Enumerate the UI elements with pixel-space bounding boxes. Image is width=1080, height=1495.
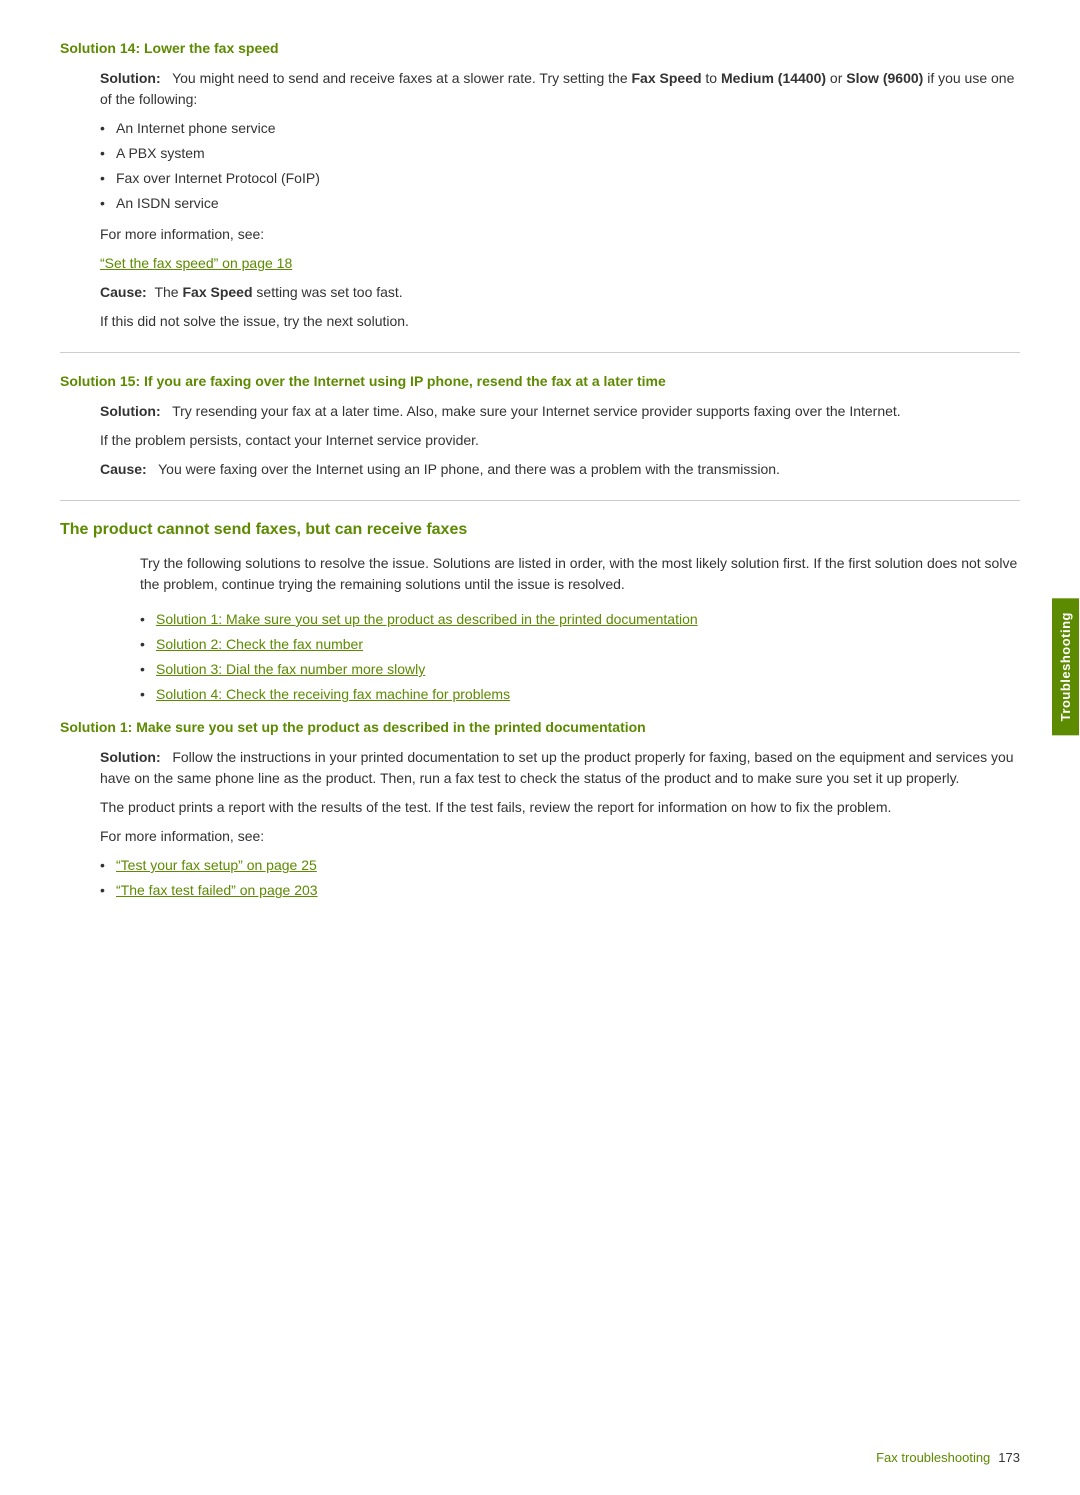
divider-2 <box>60 500 1020 501</box>
solution-14-bullets: An Internet phone service A PBX system F… <box>100 118 1020 214</box>
solution-14-body: You might need to send and receive faxes… <box>100 70 1014 107</box>
bullet-solution-2[interactable]: Solution 2: Check the fax number <box>140 634 1020 655</box>
cause-14-text: The Fax Speed setting was set too fast. <box>154 284 402 300</box>
solution-15-label: Solution: <box>100 403 161 419</box>
solution-1-printed-block: Solution: Follow the instructions in you… <box>60 747 1020 901</box>
troubleshooting-tab[interactable]: Troubleshooting <box>1052 598 1079 735</box>
more-info-2: For more information, see: <box>100 826 1020 847</box>
bullet-item: Fax over Internet Protocol (FoIP) <box>100 168 1020 189</box>
solution-1-label: Solution: <box>100 749 161 765</box>
solution-15-block: Solution: Try resending your fax at a la… <box>60 401 1020 480</box>
cannot-send-bullets: Solution 1: Make sure you set up the pro… <box>60 609 1020 705</box>
persist-text: If the problem persists, contact your In… <box>100 430 1020 451</box>
solution-1-printed-text: Solution: Follow the instructions in you… <box>100 747 1020 789</box>
footer-label: Fax troubleshooting <box>876 1450 990 1465</box>
cause-15-label: Cause: <box>100 461 147 477</box>
test-fax-setup-link[interactable]: “Test your fax setup” on page 25 <box>116 857 317 873</box>
solution-1-printed-bullets: “Test your fax setup” on page 25 “The fa… <box>100 855 1020 901</box>
solution-14-text: Solution: You might need to send and rec… <box>100 68 1020 110</box>
solution-14-heading: Solution 14: Lower the fax speed <box>60 40 1020 56</box>
fax-test-failed-link[interactable]: “The fax test failed” on page 203 <box>116 882 318 898</box>
cause-15-text: You were faxing over the Internet using … <box>158 461 780 477</box>
page-container: Solution 14: Lower the fax speed Solutio… <box>0 0 1080 991</box>
fax-test-failed-link-item[interactable]: “The fax test failed” on page 203 <box>100 880 1020 901</box>
footer-page-number: 173 <box>998 1450 1020 1465</box>
page-footer: Fax troubleshooting 173 <box>876 1450 1020 1465</box>
more-info-label: For more information, see: <box>100 224 1020 245</box>
solution-14-section: Solution 14: Lower the fax speed Solutio… <box>60 40 1020 332</box>
fax-setup-link-item[interactable]: “Test your fax setup” on page 25 <box>100 855 1020 876</box>
solution-4-link[interactable]: Solution 4: Check the receiving fax mach… <box>156 686 510 702</box>
bullet-solution-1[interactable]: Solution 1: Make sure you set up the pro… <box>140 609 1020 630</box>
solution-15-text: Solution: Try resending your fax at a la… <box>100 401 1020 422</box>
fax-speed-link[interactable]: “Set the fax speed” on page 18 <box>100 253 1020 274</box>
set-fax-speed-link[interactable]: “Set the fax speed” on page 18 <box>100 255 292 271</box>
bullet-solution-4[interactable]: Solution 4: Check the receiving fax mach… <box>140 684 1020 705</box>
cause-label: Cause: <box>100 284 147 300</box>
next-solution-14: If this did not solve the issue, try the… <box>100 311 1020 332</box>
solution-14-block: Solution: You might need to send and rec… <box>60 68 1020 332</box>
result-text: The product prints a report with the res… <box>100 797 1020 818</box>
solution-2-link[interactable]: Solution 2: Check the fax number <box>156 636 363 652</box>
cannot-send-heading: The product cannot send faxes, but can r… <box>60 521 1020 539</box>
solution-15-heading: Solution 15: If you are faxing over the … <box>60 373 1020 389</box>
bullet-solution-3[interactable]: Solution 3: Dial the fax number more slo… <box>140 659 1020 680</box>
solution-label: Solution: <box>100 70 161 86</box>
bullet-item: An ISDN service <box>100 193 1020 214</box>
bullet-item: A PBX system <box>100 143 1020 164</box>
solution-15-body: Try resending your fax at a later time. … <box>172 403 901 419</box>
bullet-item: An Internet phone service <box>100 118 1020 139</box>
cannot-send-section: The product cannot send faxes, but can r… <box>60 521 1020 705</box>
solution-1-link[interactable]: Solution 1: Make sure you set up the pro… <box>156 611 698 627</box>
sidebar-tab-wrapper: Troubleshooting <box>1052 598 1080 735</box>
divider-1 <box>60 352 1020 353</box>
solution-1-body: Follow the instructions in your printed … <box>100 749 1014 786</box>
cause-14: Cause: The Fax Speed setting was set too… <box>100 282 1020 303</box>
cause-15: Cause: You were faxing over the Internet… <box>100 459 1020 480</box>
cannot-send-intro: Try the following solutions to resolve t… <box>60 553 1020 595</box>
solution-1-printed-heading: Solution 1: Make sure you set up the pro… <box>60 719 1020 735</box>
solution-1-printed-section: Solution 1: Make sure you set up the pro… <box>60 719 1020 901</box>
solution-3-link[interactable]: Solution 3: Dial the fax number more slo… <box>156 661 425 677</box>
solution-15-section: Solution 15: If you are faxing over the … <box>60 373 1020 480</box>
